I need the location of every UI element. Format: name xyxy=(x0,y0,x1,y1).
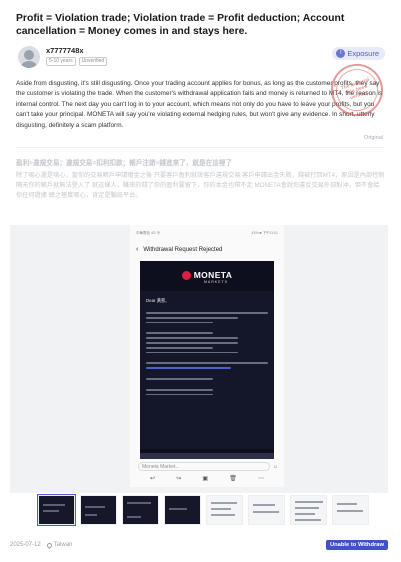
email-content: MONETA MARKETS Dear 黃凱, xyxy=(140,261,274,453)
email-link-line xyxy=(146,367,232,369)
location-pin-icon xyxy=(45,541,53,549)
phone-battery-time: 43% ■ 下午11:01 xyxy=(251,231,278,235)
email-body: Dear 黃凱, xyxy=(140,291,274,449)
thumbnail-strip xyxy=(37,494,388,527)
stamp-line-1: The material xyxy=(340,76,371,92)
email-line xyxy=(146,346,214,349)
reply-placeholder: Moneta Market... xyxy=(142,463,180,470)
delete-icon[interactable]: 🗑 xyxy=(229,475,237,482)
reply-bar: Moneta Market... ☺ xyxy=(138,461,278,472)
stamp-line-3: verified xyxy=(349,90,369,102)
stamp-line-2: has been xyxy=(345,83,369,97)
moneta-logo: MONETA xyxy=(140,261,274,289)
email-line xyxy=(146,316,238,319)
email-line xyxy=(146,312,268,314)
back-arrow-icon: ‹ xyxy=(136,246,139,253)
thumbnail[interactable] xyxy=(80,495,117,525)
thumbnail[interactable] xyxy=(248,495,285,525)
email-line xyxy=(146,377,214,380)
author-row: x7777748x 5-10 years Unverified ! Exposu… xyxy=(6,38,395,70)
exposure-icon: ! xyxy=(336,49,346,58)
avatar[interactable] xyxy=(18,46,40,68)
emoji-icon[interactable]: ☺ xyxy=(273,464,278,470)
archive-icon[interactable]: ▣ xyxy=(202,475,208,482)
thumbnail[interactable] xyxy=(206,495,243,525)
email-greeting: Dear 黃凱, xyxy=(146,298,167,303)
email-line xyxy=(146,337,238,339)
reply-icon[interactable]: ↩ xyxy=(150,475,155,482)
tag-years: 5-10 years xyxy=(46,57,76,66)
phone-toolbar: ↩ ↪ ▣ 🗑 ⋯ xyxy=(150,475,264,482)
tag-verified: Unverified xyxy=(78,57,108,66)
phone-screenshot[interactable]: 中華電信 4G 令 43% ■ 下午11:01 ‹ Withdrawal Req… xyxy=(130,225,284,487)
post-footer: 2025-07-12 Taiwan Unable to Withdraw xyxy=(10,540,388,550)
email-line xyxy=(146,341,238,344)
phone-status-bar: 中華電信 4G 令 43% ■ 下午11:01 xyxy=(130,225,284,236)
forward-icon[interactable]: ↪ xyxy=(176,475,181,482)
author-info: x7777748x 5-10 years Unverified xyxy=(46,46,108,66)
exposure-label: Exposure xyxy=(347,49,379,58)
status-badge: Unable to Withdraw xyxy=(325,540,388,550)
post-date: 2025-07-12 xyxy=(10,542,41,548)
email-line xyxy=(146,332,214,335)
post-title: Profit = Violation trade; Violation trad… xyxy=(16,13,345,37)
author-tags: 5-10 years Unverified xyxy=(46,57,108,66)
email-header: ‹ Withdrawal Request Rejected xyxy=(130,236,284,253)
phone-carrier: 中華電信 4G 令 xyxy=(136,231,161,235)
brand-sub: MARKETS xyxy=(204,280,228,284)
original-toggle[interactable]: Original xyxy=(6,131,395,141)
thumbnail[interactable] xyxy=(290,495,327,525)
translated-body: 除了噁心還是噁心，當你的交易帳戶申請贈金之後 只要客戶盈利就說客戶違規交易 客戶… xyxy=(16,172,385,200)
reply-input[interactable]: Moneta Market... xyxy=(138,462,270,471)
author-name[interactable]: x7777748x xyxy=(46,46,107,55)
email-subject: Withdrawal Request Rejected xyxy=(143,246,223,253)
email-line xyxy=(146,351,238,354)
thumbnail[interactable] xyxy=(122,495,159,525)
image-viewer[interactable]: 中華電信 4G 令 43% ■ 下午11:01 ‹ Withdrawal Req… xyxy=(10,225,388,493)
post-location: Taiwan xyxy=(45,541,73,549)
exposure-button[interactable]: ! Exposure xyxy=(332,47,385,60)
translated-title: 盈利=違規交易；違規交易=扣利扣款；帳戶注銷=錢進來了，就是在這裡了 xyxy=(16,160,232,168)
email-footer xyxy=(140,453,274,459)
moneta-mark-icon xyxy=(181,270,191,280)
brand-name: MONETA xyxy=(193,270,233,280)
email-line xyxy=(146,388,214,391)
location-label: Taiwan xyxy=(53,542,73,548)
thumbnail[interactable] xyxy=(164,495,201,525)
more-icon[interactable]: ⋯ xyxy=(258,475,264,482)
thumbnail[interactable] xyxy=(37,494,76,526)
email-line xyxy=(146,393,214,396)
email-line xyxy=(146,362,268,365)
thumbnail[interactable] xyxy=(332,495,369,525)
email-line xyxy=(146,321,214,324)
